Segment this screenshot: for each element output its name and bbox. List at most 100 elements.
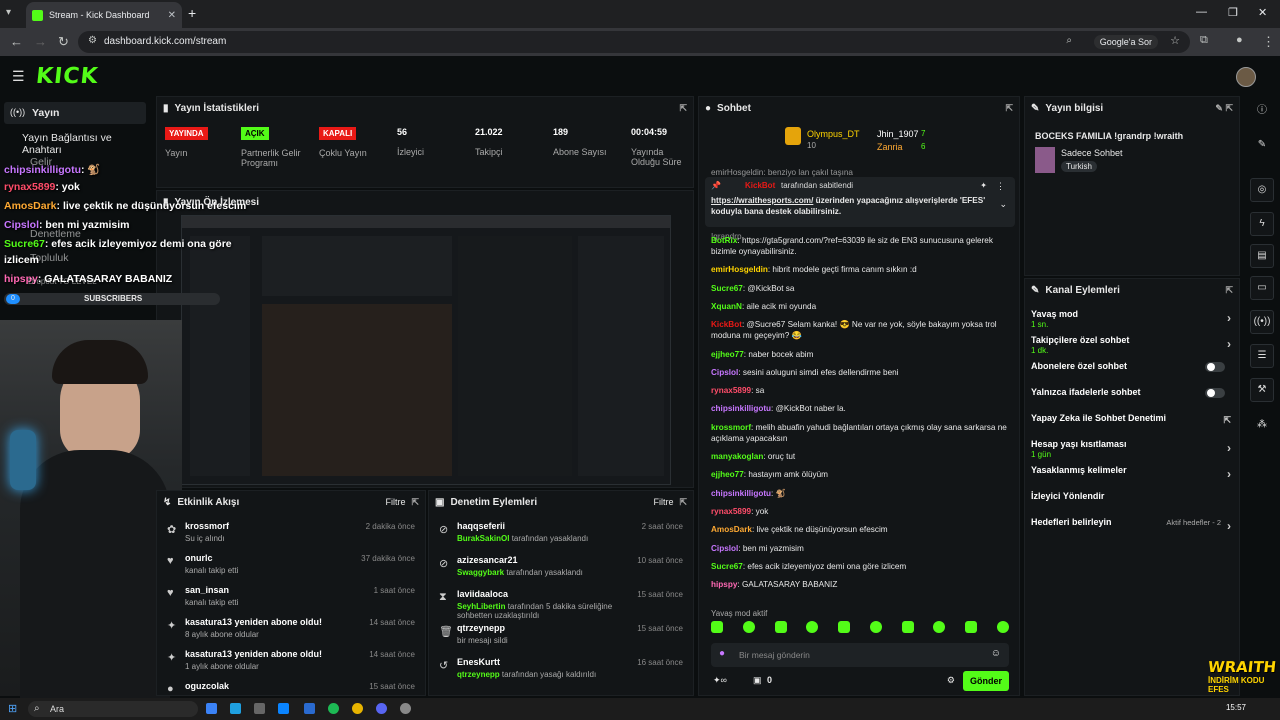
new-tab-icon[interactable]: + [188,6,196,20]
list-item[interactable]: ⊘ azizesancar21 Swaggybark tarafından yasa… [429,551,693,583]
chat-username[interactable]: chipsinkilligotu [711,404,771,413]
chat-message[interactable]: KickBot: @Sucre67 Selam kanka! 😎 Ne var … [711,319,1009,341]
chat-username[interactable]: AmosDark [711,525,752,534]
chat-settings-icon[interactable]: ⚙ [947,675,955,686]
chat-message[interactable]: Sucre67: efes acik izleyemiyoz demi ona … [711,561,1009,572]
tab-search-icon[interactable]: ▾ [6,7,11,18]
list-item[interactable]: ✦ kasatura13 yeniden abone oldu! 1 aylık a… [157,645,425,677]
chat-username[interactable]: Sucre67 [711,562,743,571]
list-item[interactable]: ♥ san_insan kanalı takip etti 1 saat önce [157,581,425,613]
omnibox[interactable]: ⚙ dashboard.kick.com/stream ⌕ Google'a S… [78,31,1190,53]
chat-message[interactable]: rynax5899: yok [711,506,1009,517]
channel-action[interactable]: Yapay Zeka ile Sohbet Denetimi ⇱ [1031,413,1235,425]
list-item[interactable]: ⊘ haqqseferii BurakSakinOl tarafından yasa… [429,517,693,549]
reload-icon[interactable]: ↻ [58,34,69,50]
channel-action[interactable]: İzleyici Yönlendir [1031,491,1235,501]
chat-username[interactable]: BotRix [711,236,737,245]
chat-username[interactable]: KickBot [711,320,742,329]
popout-icon[interactable]: ⇱ [679,103,687,114]
popout-icon[interactable]: ⇱ [679,497,687,508]
sidebar-item-stream-key[interactable]: Yayın Bağlantısı ve Anahtarı [22,132,152,156]
channel-action[interactable]: Yalnızca ifadelerle sohbet [1031,387,1235,398]
chat-bubble-icon[interactable]: ▭ [1250,276,1274,300]
list-item[interactable]: ✿ krossmorf Su iç alındı 2 dakika önce [157,517,425,549]
channel-action[interactable]: Hesap yaşı kısıtlaması 1 gün › [1031,439,1235,459]
chat-username[interactable]: ejjheo77 [711,350,744,359]
channel-action[interactable]: Takipçilere özel sohbet 1 dk. › [1031,335,1235,355]
filter-button[interactable]: Filtre [385,497,405,507]
mod-actor[interactable]: SeyhLibertin [457,602,505,611]
taskbar-search[interactable]: ⌕ Ara [28,701,198,717]
menu-icon[interactable]: ☰ [12,68,25,85]
chat-username[interactable]: ejjheo77 [711,470,744,479]
site-info-icon[interactable]: ⚙ [88,35,97,46]
edit-icon[interactable]: ✎ ⇱ [1215,103,1233,114]
chevron-right-icon[interactable]: › [1227,441,1231,455]
avatar[interactable] [1236,67,1256,87]
mod-actor[interactable]: qtrzeynepp [457,670,500,679]
profile-icon[interactable]: ● [1236,34,1243,46]
chat-message[interactable]: BotRix: https://gta5grand.com/?ref=63039… [711,235,1009,257]
extensions-icon[interactable]: ⧉ [1200,34,1208,47]
close-tab-icon[interactable]: ✕ [168,10,176,21]
emote-icon[interactable] [806,621,819,633]
chat-message[interactable]: Cipslol: ben mi yazmisim [711,543,1009,554]
app-icon[interactable] [400,703,411,714]
community-icon[interactable]: ⁂ [1250,414,1274,438]
chat-username[interactable]: manyakoglan [711,452,763,461]
chevron-right-icon[interactable]: › [1227,337,1231,351]
back-icon[interactable]: ← [10,34,23,49]
chat-message[interactable]: Cipslol: sesini aoluguni simdi efes dell… [711,367,1009,378]
camera-icon[interactable]: ◎ [1250,178,1274,202]
chevron-right-icon[interactable]: › [1227,519,1231,533]
points-icon[interactable]: ✦∞ [713,675,727,686]
list-item[interactable]: 🗑 qtrzeynepp bir mesajı sildi 15 saat önce [429,619,693,651]
emote-icon[interactable] [996,621,1009,633]
emote-icon[interactable] [901,621,914,633]
second-gifter-name[interactable]: Jhin_1907 [877,129,919,139]
chat-username[interactable]: chipsinkilligotu [711,489,771,498]
chat-username[interactable]: XquanN [711,302,742,311]
channel-action[interactable]: Hedefleri belirleyin Aktif hedefler - 2 › [1031,517,1235,533]
broadcast-icon[interactable]: ((•)) [1250,310,1274,334]
app-icon[interactable] [206,703,217,714]
pin-toggle-icon[interactable]: ✦ [980,181,987,190]
mod-actor[interactable]: BurakSakinOl [457,534,509,543]
discord-icon[interactable] [376,703,387,714]
chat-message[interactable]: XquanN: aile acik mi oyunda [711,301,1009,312]
chat-message[interactable]: rynax5899: sa [711,385,1009,396]
mod-actor[interactable]: Swaggybark [457,568,504,577]
stream-preview-video[interactable] [181,215,671,485]
emote-icon[interactable] [869,621,882,633]
list-item[interactable]: ↺ EnesKurtt qtrzeynepp tarafından yasağı k… [429,653,693,685]
restore-icon[interactable]: ❐ [1228,6,1238,19]
app-icon[interactable] [304,703,315,714]
app-icon[interactable] [278,703,289,714]
list-item[interactable]: ♥ onurlc kanalı takip etti 37 dakika önce [157,549,425,581]
minimize-icon[interactable]: — [1196,6,1207,18]
chevron-right-icon[interactable]: › [1227,311,1231,325]
windows-start-icon[interactable]: ⊞ [8,702,17,715]
mic-icon[interactable]: ● [719,648,725,659]
chat-username[interactable]: Cipslol [711,368,738,377]
chrome-menu-icon[interactable]: ⋮ [1262,34,1275,50]
chat-message[interactable]: emirHosgeldin: hibrit modele geçti firma… [711,264,1009,275]
third-gifter-name[interactable]: Zanria [877,142,903,152]
sidebar-item-yayin[interactable]: ((•)) Yayın [4,102,146,124]
emote-icon[interactable] [965,621,978,633]
emote-icon[interactable] [838,621,851,633]
chat-message[interactable]: chipsinkilligotu: 🐒 [711,488,1009,499]
chat-message[interactable]: krossmorf: melih abuafin yahudi bağlantı… [711,422,1009,444]
storage-icon[interactable]: ☰ [1250,344,1274,368]
chat-username[interactable]: krossmorf [711,423,751,432]
zoom-search-icon[interactable]: ⌕ [1066,35,1072,46]
info-icon[interactable]: ⓘ [1250,100,1274,124]
gift-icon[interactable]: ▣ [753,675,762,686]
chat-username[interactable]: rynax5899 [711,507,751,516]
chat-message[interactable]: hipspy: GALATASARAY BABANIZ [711,579,1009,590]
chevron-right-icon[interactable]: › [1227,467,1231,481]
channel-action[interactable]: Abonelere özel sohbet [1031,361,1235,372]
emoji-icon[interactable]: ☺ [991,648,1001,659]
chat-username[interactable]: rynax5899 [711,386,751,395]
chat-input[interactable]: ● Bir mesaj gönderin ☺ [711,643,1009,667]
